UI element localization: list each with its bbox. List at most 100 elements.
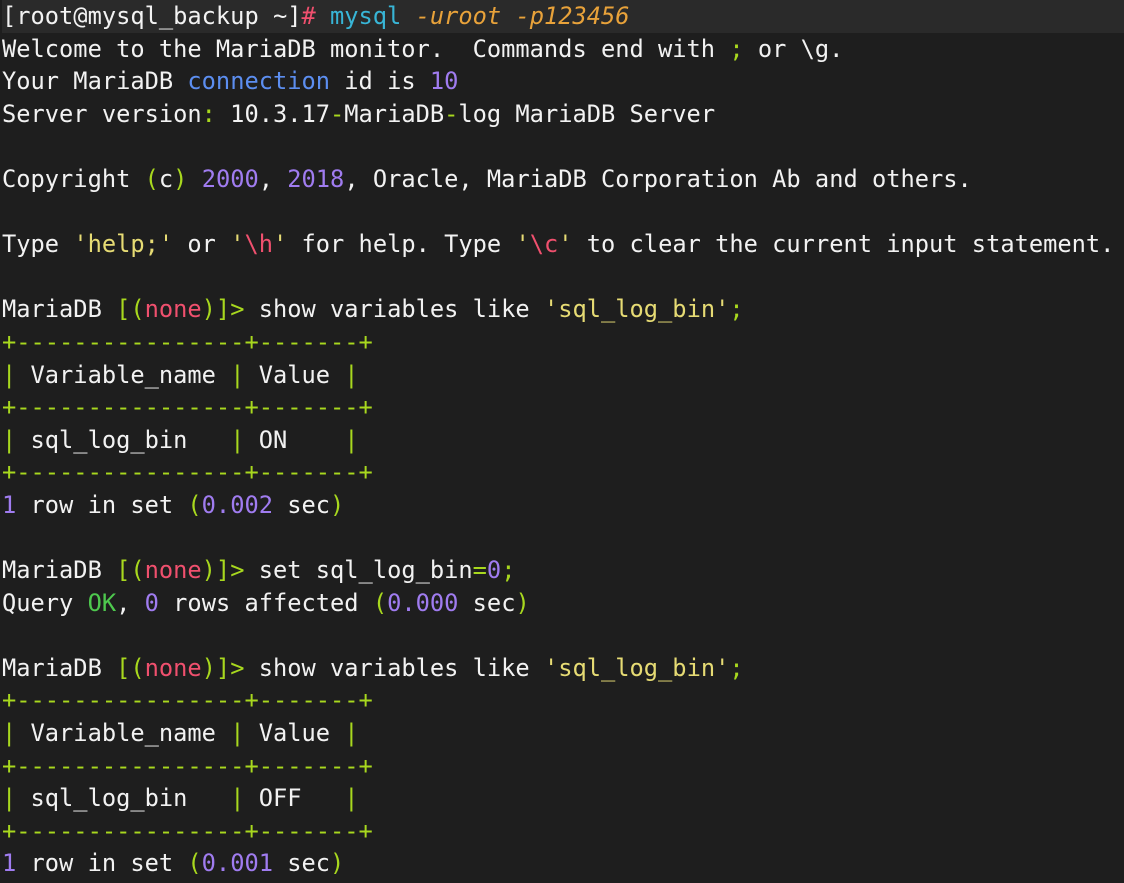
terminal-token: 10.3.17 bbox=[215, 99, 331, 128]
terminal-token: | bbox=[2, 719, 17, 748]
terminal-token: ON bbox=[244, 425, 345, 454]
terminal-token: ' bbox=[230, 230, 245, 259]
terminal-token: Value bbox=[244, 719, 345, 748]
terminal-line: +----------------+-------+ bbox=[2, 684, 1124, 717]
terminal-token: Type bbox=[2, 230, 74, 259]
terminal-token: Value bbox=[244, 360, 345, 389]
terminal-token: c bbox=[158, 164, 174, 193]
terminal-token: 'help;' bbox=[73, 230, 174, 259]
terminal-token: \h bbox=[244, 230, 273, 259]
terminal-token: ) bbox=[515, 588, 530, 617]
terminal-token: +----------------+-------+ bbox=[2, 393, 373, 422]
terminal-token: ( bbox=[144, 164, 159, 193]
terminal-token: ( bbox=[187, 490, 202, 519]
terminal-token: to clear the current input statement. bbox=[572, 230, 1115, 259]
terminal-token: , bbox=[258, 164, 288, 193]
terminal-token: sql_log_bin bbox=[16, 425, 231, 454]
terminal-token: Server version bbox=[2, 99, 202, 128]
terminal-token: )]> bbox=[201, 653, 245, 682]
terminal-line: +----------------+-------+ bbox=[2, 456, 1124, 489]
terminal-token: Copyright bbox=[2, 164, 145, 193]
terminal-token: | bbox=[344, 360, 359, 389]
terminal-token: ) bbox=[330, 849, 345, 878]
terminal-token: +----------------+-------+ bbox=[2, 816, 373, 845]
terminal-token: ; bbox=[501, 556, 516, 585]
terminal-line: 1 row in set (0.002 sec) bbox=[2, 489, 1124, 522]
terminal-token: connection bbox=[187, 67, 331, 96]
terminal-line: +----------------+-------+ bbox=[2, 391, 1124, 424]
terminal-token: ( bbox=[372, 588, 388, 617]
terminal-token: 1 bbox=[2, 490, 17, 519]
terminal-token: +----------------+-------+ bbox=[2, 686, 373, 715]
terminal-token: set sql_log_bin bbox=[244, 556, 473, 585]
terminal-token: row in set bbox=[16, 490, 188, 519]
terminal-token: 0 bbox=[144, 588, 159, 617]
terminal-token: 0.000 bbox=[387, 588, 459, 617]
terminal-token: | bbox=[344, 719, 359, 748]
terminal-token: 0.001 bbox=[201, 849, 273, 878]
terminal-token: +----------------+-------+ bbox=[2, 327, 373, 356]
terminal-token: | bbox=[230, 719, 245, 748]
terminal-token: | bbox=[344, 784, 359, 813]
terminal-line: Server version: 10.3.17-MariaDB-log Mari… bbox=[2, 98, 1124, 131]
terminal-token: ; bbox=[729, 653, 744, 682]
terminal-window[interactable]: [root@mysql_backup ~]# mysql -uroot -p12… bbox=[0, 0, 1124, 883]
terminal-line: +----------------+-------+ bbox=[2, 326, 1124, 359]
terminal-line: | Variable_name | Value | bbox=[2, 359, 1124, 392]
terminal-token: | bbox=[2, 360, 17, 389]
terminal-token: +----------------+-------+ bbox=[2, 751, 373, 780]
terminal-line: 1 row in set (0.001 sec) bbox=[2, 847, 1124, 880]
terminal-token: ( bbox=[187, 849, 202, 878]
terminal-token: | bbox=[230, 784, 245, 813]
terminal-token: sec bbox=[458, 588, 516, 617]
terminal-line: | sql_log_bin | OFF | bbox=[2, 782, 1124, 815]
terminal-token: 10 bbox=[429, 67, 459, 96]
terminal-token: Welcome to the MariaDB monitor. Commands… bbox=[2, 34, 730, 63]
terminal-token: ) bbox=[330, 490, 345, 519]
terminal-token: +----------------+-------+ bbox=[2, 458, 373, 487]
terminal-token: Variable_name bbox=[16, 360, 231, 389]
terminal-token: log MariaDB Server bbox=[458, 99, 716, 128]
terminal-line: Query OK, 0 rows affected (0.000 sec) bbox=[2, 587, 1124, 620]
terminal-token: 1 bbox=[2, 849, 17, 878]
terminal-token: | bbox=[230, 360, 245, 389]
terminal-token: Query bbox=[2, 588, 88, 617]
terminal-line: Welcome to the MariaDB monitor. Commands… bbox=[2, 33, 1124, 66]
terminal-token: : bbox=[201, 99, 216, 128]
terminal-token: - bbox=[330, 99, 345, 128]
terminal-token: [( bbox=[116, 556, 145, 585]
terminal-line: | sql_log_bin | ON | bbox=[2, 424, 1124, 457]
terminal-token: [root@mysql_backup ~] bbox=[2, 2, 302, 30]
terminal-token: | bbox=[2, 784, 17, 813]
terminal-token: )]> bbox=[201, 556, 245, 585]
terminal-token: MariaDB bbox=[2, 295, 117, 324]
terminal-token: , Oracle, MariaDB Corporation Ab and oth… bbox=[344, 164, 972, 193]
terminal-token: show variables like bbox=[244, 653, 544, 682]
terminal-token: \c bbox=[529, 230, 559, 259]
terminal-token: or \g. bbox=[743, 34, 844, 63]
terminal-token: | bbox=[344, 425, 359, 454]
terminal-token: or bbox=[173, 230, 231, 259]
terminal-token: Your MariaDB bbox=[2, 67, 188, 96]
terminal-token: )]> bbox=[201, 295, 245, 324]
terminal-line: MariaDB [(none)]> set sql_log_bin=0; bbox=[2, 554, 1124, 587]
terminal-token: none bbox=[144, 653, 202, 682]
terminal-token: 2000 bbox=[201, 164, 259, 193]
terminal-token: -p123456 bbox=[515, 2, 630, 30]
terminal-token: none bbox=[144, 295, 202, 324]
terminal-line: Type 'help;' or '\h' for help. Type '\c'… bbox=[2, 228, 1124, 261]
terminal-token: [( bbox=[116, 295, 145, 324]
terminal-token: 0.002 bbox=[201, 490, 273, 519]
terminal-line: Copyright (c) 2000, 2018, Oracle, MariaD… bbox=[2, 163, 1124, 196]
terminal-token: ; bbox=[729, 295, 744, 324]
terminal-token: show variables like bbox=[244, 295, 544, 324]
terminal-token: for help. Type bbox=[287, 230, 516, 259]
terminal-line: Your MariaDB connection id is 10 bbox=[2, 65, 1124, 98]
terminal-token: MariaDB bbox=[2, 653, 117, 682]
